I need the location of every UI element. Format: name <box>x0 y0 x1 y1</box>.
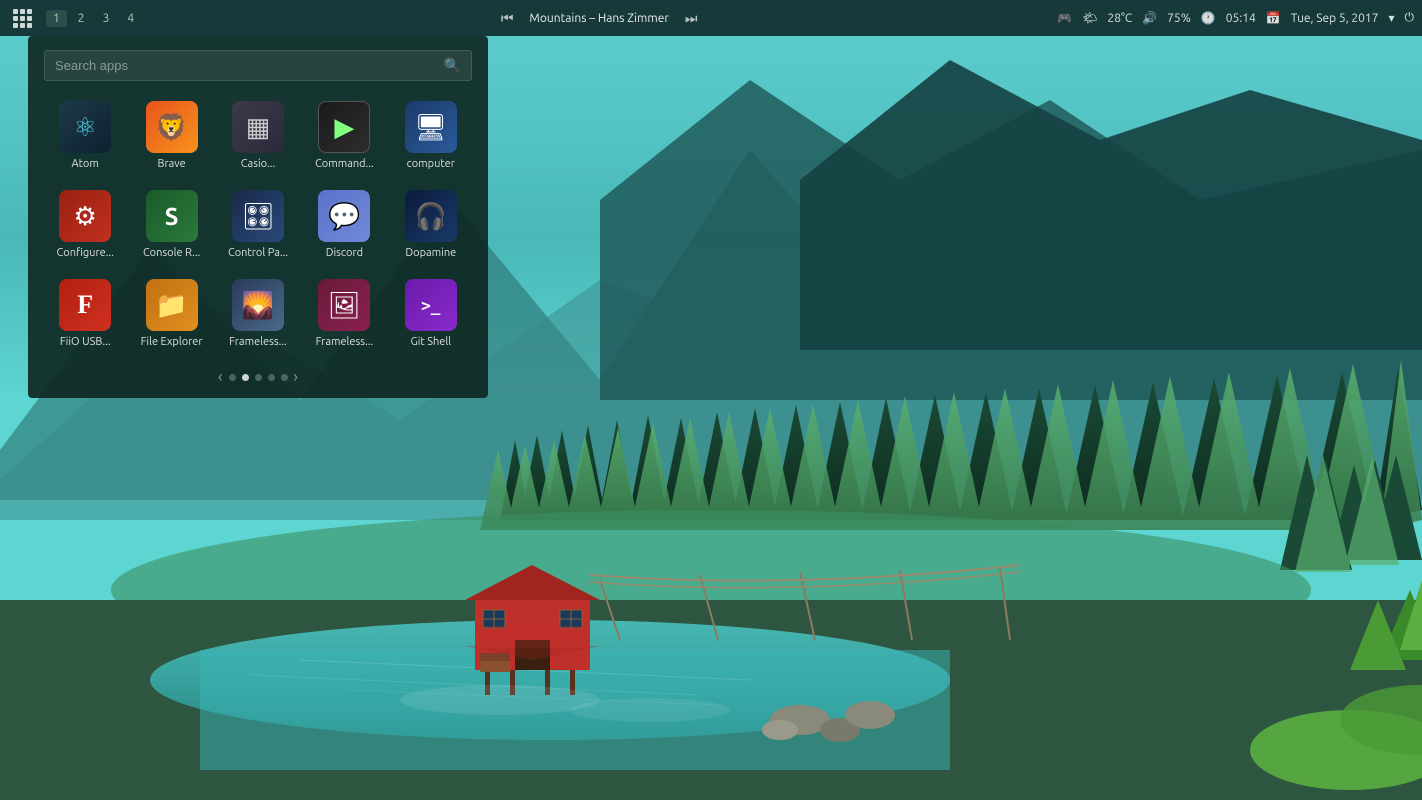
page-dot-3[interactable] <box>255 374 262 381</box>
calendar-icon: 📅 <box>1266 11 1281 25</box>
app-icon-frameless2: 🖼 <box>318 279 370 331</box>
app-label-command: Command... <box>309 158 379 170</box>
taskbar-right: 🎮 🌤 28°C 🔊 75% 🕐 05:14 📅 Tue, Sep 5, 201… <box>1057 11 1414 25</box>
desktop: 1 2 3 4 ⏮ Mountains – Hans Zimmer ⏭ 🎮 🌤 … <box>0 0 1422 800</box>
app-label-atom: Atom <box>50 158 120 170</box>
media-prev-button[interactable]: ⏮ <box>501 10 514 27</box>
search-bar: 🔍 <box>44 50 472 81</box>
page-dot-5[interactable] <box>281 374 288 381</box>
app-label-computer: computer <box>396 158 466 170</box>
apps-grid-icon[interactable] <box>8 4 36 32</box>
app-item-command[interactable]: ▶ Command... <box>303 95 385 176</box>
weather-icon: 🌤 <box>1082 11 1097 25</box>
app-icon-computer: 🖥 <box>405 101 457 153</box>
app-item-discord[interactable]: 💬 Discord <box>303 184 385 265</box>
volume-icon[interactable]: 🔊 <box>1142 11 1157 25</box>
power-icon[interactable]: ⏻ <box>1405 11 1415 25</box>
prev-page-arrow[interactable]: ‹ <box>218 368 223 386</box>
apps-grid: ⚛ Atom 🦁 Brave ▦ Casio... ▶ Command... 🖥 computer… <box>44 95 472 354</box>
app-label-configure: Configure... <box>50 247 120 259</box>
taskbar-center: ⏮ Mountains – Hans Zimmer ⏭ <box>141 10 1057 27</box>
app-icon-fiio: F <box>59 279 111 331</box>
app-item-control[interactable]: 🎛 Control Pa... <box>217 184 299 265</box>
app-icon-atom: ⚛ <box>59 101 111 153</box>
media-title: Mountains – Hans Zimmer <box>529 12 669 25</box>
app-icon-console: S <box>146 190 198 242</box>
workspace-4[interactable]: 4 <box>120 10 141 27</box>
app-item-frameless2[interactable]: 🖼 Frameless... <box>303 273 385 354</box>
app-label-casio: Casio... <box>223 158 293 170</box>
taskbar: 1 2 3 4 ⏮ Mountains – Hans Zimmer ⏭ 🎮 🌤 … <box>0 0 1422 36</box>
app-label-dopamine: Dopamine <box>396 247 466 259</box>
app-icon-brave: 🦁 <box>146 101 198 153</box>
time-label: 05:14 <box>1226 12 1256 25</box>
app-icon-discord: 💬 <box>318 190 370 242</box>
app-item-casio[interactable]: ▦ Casio... <box>217 95 299 176</box>
date-label: Tue, Sep 5, 2017 <box>1291 12 1379 25</box>
temperature-label: 28°C <box>1107 12 1132 25</box>
workspace-3[interactable]: 3 <box>96 10 117 27</box>
clock-icon: 🕐 <box>1201 11 1216 25</box>
app-item-dopamine[interactable]: 🎧 Dopamine <box>390 184 472 265</box>
app-label-console: Console R... <box>137 247 207 259</box>
gamepad-icon[interactable]: 🎮 <box>1057 11 1072 25</box>
taskbar-left: 1 2 3 4 <box>8 4 141 32</box>
app-item-brave[interactable]: 🦁 Brave <box>130 95 212 176</box>
app-icon-command: ▶ <box>318 101 370 153</box>
app-icon-control: 🎛 <box>232 190 284 242</box>
app-item-computer[interactable]: 🖥 computer <box>390 95 472 176</box>
app-icon-casio: ▦ <box>232 101 284 153</box>
app-label-fileexplorer: File Explorer <box>137 336 207 348</box>
app-item-atom[interactable]: ⚛ Atom <box>44 95 126 176</box>
search-icon[interactable]: 🔍 <box>444 57 461 74</box>
app-item-gitshell[interactable]: >_ Git Shell <box>390 273 472 354</box>
app-item-fileexplorer[interactable]: 📁 File Explorer <box>130 273 212 354</box>
page-dot-1[interactable] <box>229 374 236 381</box>
app-launcher: 🔍 ⚛ Atom 🦁 Brave ▦ Casio... ▶ Command... 🖥 comput… <box>28 36 488 398</box>
media-next-button[interactable]: ⏭ <box>685 10 698 27</box>
pagination: ‹ › <box>44 368 472 386</box>
app-item-configure[interactable]: ⚙ Configure... <box>44 184 126 265</box>
chevron-icon[interactable]: ▾ <box>1388 11 1394 25</box>
app-icon-configure: ⚙ <box>59 190 111 242</box>
app-icon-dopamine: 🎧 <box>405 190 457 242</box>
app-label-fiio: FiiO USB... <box>50 336 120 348</box>
workspace-2[interactable]: 2 <box>71 10 92 27</box>
search-input[interactable] <box>55 58 444 73</box>
app-label-control: Control Pa... <box>223 247 293 259</box>
app-item-frameless1[interactable]: 🌄 Frameless... <box>217 273 299 354</box>
app-icon-frameless1: 🌄 <box>232 279 284 331</box>
app-label-frameless1: Frameless... <box>223 336 293 348</box>
app-label-discord: Discord <box>309 247 379 259</box>
app-label-brave: Brave <box>137 158 207 170</box>
app-item-fiio[interactable]: F FiiO USB... <box>44 273 126 354</box>
workspace-1[interactable]: 1 <box>46 10 67 27</box>
volume-label: 75% <box>1167 12 1191 25</box>
page-dot-2[interactable] <box>242 374 249 381</box>
next-page-arrow[interactable]: › <box>294 368 299 386</box>
app-item-console[interactable]: S Console R... <box>130 184 212 265</box>
page-dot-4[interactable] <box>268 374 275 381</box>
app-label-frameless2: Frameless... <box>309 336 379 348</box>
app-icon-fileexplorer: 📁 <box>146 279 198 331</box>
app-label-gitshell: Git Shell <box>396 336 466 348</box>
app-icon-gitshell: >_ <box>405 279 457 331</box>
